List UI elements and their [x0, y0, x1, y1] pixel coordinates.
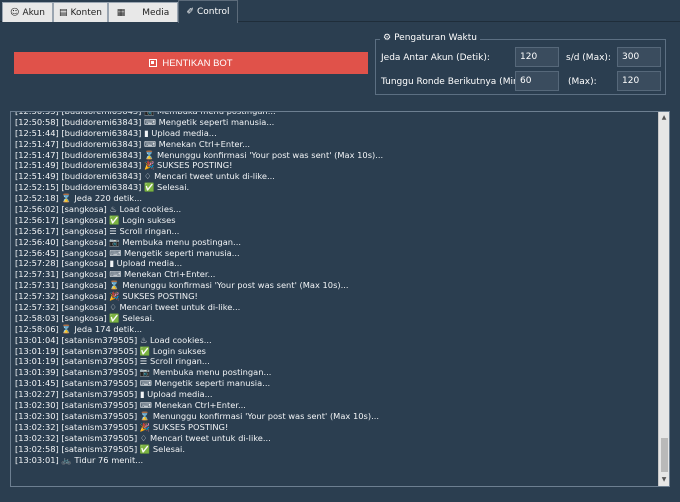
log-line: [12:56:17] [sangkosa] ✅ Login sukses — [15, 214, 176, 225]
log-scrollbar[interactable]: ▲ ▼ — [658, 112, 669, 486]
log-line: [12:56:17] [sangkosa] ☰ Scroll ringan... — [15, 225, 180, 236]
stop-button-label: HENTIKAN BOT — [162, 57, 233, 69]
log-line: [13:02:58] [satanism379505] ✅ Selesai. — [15, 443, 185, 454]
log-line: [12:57:28] [sangkosa] ▮ Upload media... — [15, 258, 183, 269]
gear-icon: ⚙ — [383, 33, 392, 43]
tab-label: Media — [142, 7, 170, 18]
log-line: [12:56:40] [sangkosa] 📷 Membuka menu pos… — [15, 236, 241, 247]
scroll-up-icon[interactable]: ▲ — [659, 113, 669, 123]
log-line: [12:52:18] ⌛ Jeda 220 detik... — [15, 193, 143, 204]
log-line: [12:52:15] [budidoremi63843] ✅ Selesai. — [15, 182, 190, 193]
stop-bot-button[interactable]: HENTIKAN BOT — [14, 52, 368, 74]
log-line: [12:51:49] [budidoremi63843] 🎉 SUKSES PO… — [15, 160, 233, 171]
tab-label: Konten — [70, 7, 102, 18]
delay-max-label: s/d (Max): — [566, 53, 611, 63]
round-label: Tunggu Ronde Berikutnya (Min): — [381, 77, 526, 87]
log-line: [12:51:49] [budidoremi63843] ♢ Mencari t… — [15, 171, 275, 182]
group-title-text: Pengaturan Waktu — [394, 33, 477, 43]
log-line: [12:51:47] [budidoremi63843] ⌛ Menunggu … — [15, 149, 384, 160]
log-line: [13:02:27] [satanism379505] ▮ Upload med… — [15, 389, 213, 400]
log-line: [12:57:32] [sangkosa] 🎉 SUKSES POSTING! — [15, 291, 198, 302]
tab-bar: ☺ Akun ▤ Konten ▦ Media ✐ Control — [0, 0, 680, 23]
log-line: [12:57:32] [sangkosa] ♢ Mencari tweet un… — [15, 302, 241, 313]
log-line: [12:58:03] [sangkosa] ✅ Selesai. — [15, 312, 155, 323]
tab-control[interactable]: ✐ Control — [178, 0, 238, 23]
log-textarea[interactable]: [12:50:53] [budidoremi63843] 📷 Membuka m… — [10, 111, 670, 487]
delay-min-input[interactable] — [515, 47, 559, 67]
log-line: [13:01:04] [satanism379505] ♨ Load cooki… — [15, 334, 212, 345]
log-line: [12:57:31] [sangkosa] ⌨ Menekan Ctrl+Ent… — [15, 269, 216, 280]
log-line: [12:56:45] [sangkosa] ⌨ Mengetik seperti… — [15, 247, 240, 258]
log-line: [13:02:32] [satanism379505] ♢ Mencari tw… — [15, 432, 271, 443]
tab-label: Control — [197, 7, 230, 17]
scroll-down-icon[interactable]: ▼ — [659, 475, 669, 485]
log-line: [12:51:47] [budidoremi63843] ⌨ Menekan C… — [15, 138, 251, 149]
log-line: [12:58:06] ⌛ Jeda 174 detik... — [15, 323, 143, 334]
log-line: [13:01:19] [satanism379505] ☰ Scroll rin… — [15, 356, 210, 367]
log-line: [12:50:58] [budidoremi63843] ⌨ Mengetik … — [15, 116, 275, 127]
round-min-input[interactable] — [515, 71, 559, 91]
delay-label: Jeda Antar Akun (Detik): — [381, 53, 490, 63]
log-line: [12:56:02] [sangkosa] ♨ Load cookies... — [15, 204, 182, 215]
tab-label: Akun — [22, 7, 45, 18]
log-line: [13:03:01] 🚲 Tidur 76 menit... — [15, 454, 144, 465]
log-line: [13:01:19] [satanism379505] ✅ Login suks… — [15, 345, 206, 356]
round-max-input[interactable] — [617, 71, 661, 91]
log-line: [13:01:39] [satanism379505] 📷 Membuka me… — [15, 367, 272, 378]
log-line: [12:51:44] [budidoremi63843] ▮ Upload me… — [15, 127, 217, 138]
log-line: [12:57:31] [sangkosa] ⌛ Menunggu konfirm… — [15, 280, 349, 291]
document-icon: ▤ — [59, 7, 68, 18]
timing-settings-title: ⚙ Pengaturan Waktu — [380, 33, 480, 43]
log-line: [13:02:30] [satanism379505] ⌨ Menekan Ct… — [15, 400, 246, 411]
user-icon: ☺ — [10, 7, 20, 18]
log-lines: [12:50:53] [budidoremi63843] 📷 Membuka m… — [15, 112, 655, 465]
log-line: [13:02:32] [satanism379505] 🎉 SUKSES POS… — [15, 421, 229, 432]
wrench-icon: ✐ — [186, 7, 194, 17]
round-max-label: (Max): — [568, 77, 597, 87]
image-icon: ▦ — [116, 7, 126, 18]
scroll-thumb[interactable] — [661, 438, 668, 472]
log-line: [13:01:45] [satanism379505] ⌨ Mengetik s… — [15, 378, 271, 389]
tab-konten[interactable]: ▤ Konten — [53, 2, 108, 22]
stop-icon — [149, 59, 158, 67]
tab-media[interactable]: ▦ Media — [108, 2, 178, 22]
log-line: [13:02:30] [satanism379505] ⌛ Menunggu k… — [15, 410, 380, 421]
delay-max-input[interactable] — [617, 47, 661, 67]
tab-akun[interactable]: ☺ Akun — [2, 2, 53, 22]
